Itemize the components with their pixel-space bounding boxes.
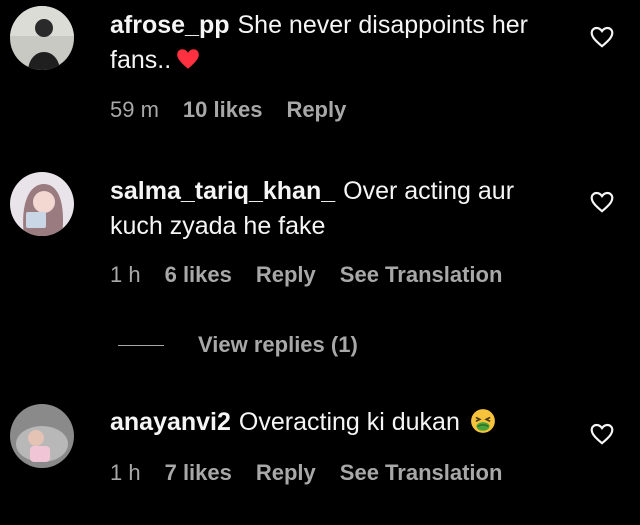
avatar[interactable] [10, 172, 74, 236]
heart-outline-icon[interactable] [589, 24, 615, 50]
reply-button[interactable]: Reply [256, 460, 316, 485]
avatar[interactable] [10, 404, 74, 468]
comment-meta: 1 h 6 likes Reply See Translation [110, 261, 526, 289]
comment-meta: 59 m 10 likes Reply [110, 96, 370, 124]
comment-meta: 1 h 7 likes Reply See Translation [110, 459, 526, 487]
comment-time: 59 m [110, 97, 159, 122]
see-translation-button[interactable]: See Translation [340, 460, 503, 485]
comment-username[interactable]: salma_tariq_khan_ [110, 177, 335, 205]
avatar[interactable] [10, 6, 74, 70]
comment-username[interactable]: afrose_pp [110, 11, 229, 39]
divider-line [118, 344, 164, 346]
heart-outline-icon[interactable] [589, 421, 615, 447]
comment-time: 1 h [110, 262, 141, 287]
comment-text: Overacting ki dukan [238, 408, 460, 436]
comment-time: 1 h [110, 460, 141, 485]
reply-button[interactable]: Reply [286, 97, 346, 122]
nauseated-face-emoji-icon [470, 408, 496, 434]
comment-body: anayanvi2 Overacting ki dukan [110, 405, 570, 440]
comment-likes[interactable]: 6 likes [165, 262, 232, 287]
view-replies-button[interactable]: View replies (1) [118, 330, 358, 360]
comment-likes[interactable]: 7 likes [165, 460, 232, 485]
see-translation-button[interactable]: See Translation [340, 262, 503, 287]
comment-likes[interactable]: 10 likes [183, 97, 263, 122]
red-heart-emoji-icon [175, 46, 201, 72]
comment-body: afrose_pp She never disappoints her fans.… [110, 8, 570, 78]
comment-username[interactable]: anayanvi2 [110, 408, 231, 436]
view-replies-label: View replies (1) [198, 332, 358, 357]
heart-outline-icon[interactable] [589, 189, 615, 215]
reply-button[interactable]: Reply [256, 262, 316, 287]
comment-body: salma_tariq_khan_ Over acting aur kuch zy… [110, 174, 570, 244]
